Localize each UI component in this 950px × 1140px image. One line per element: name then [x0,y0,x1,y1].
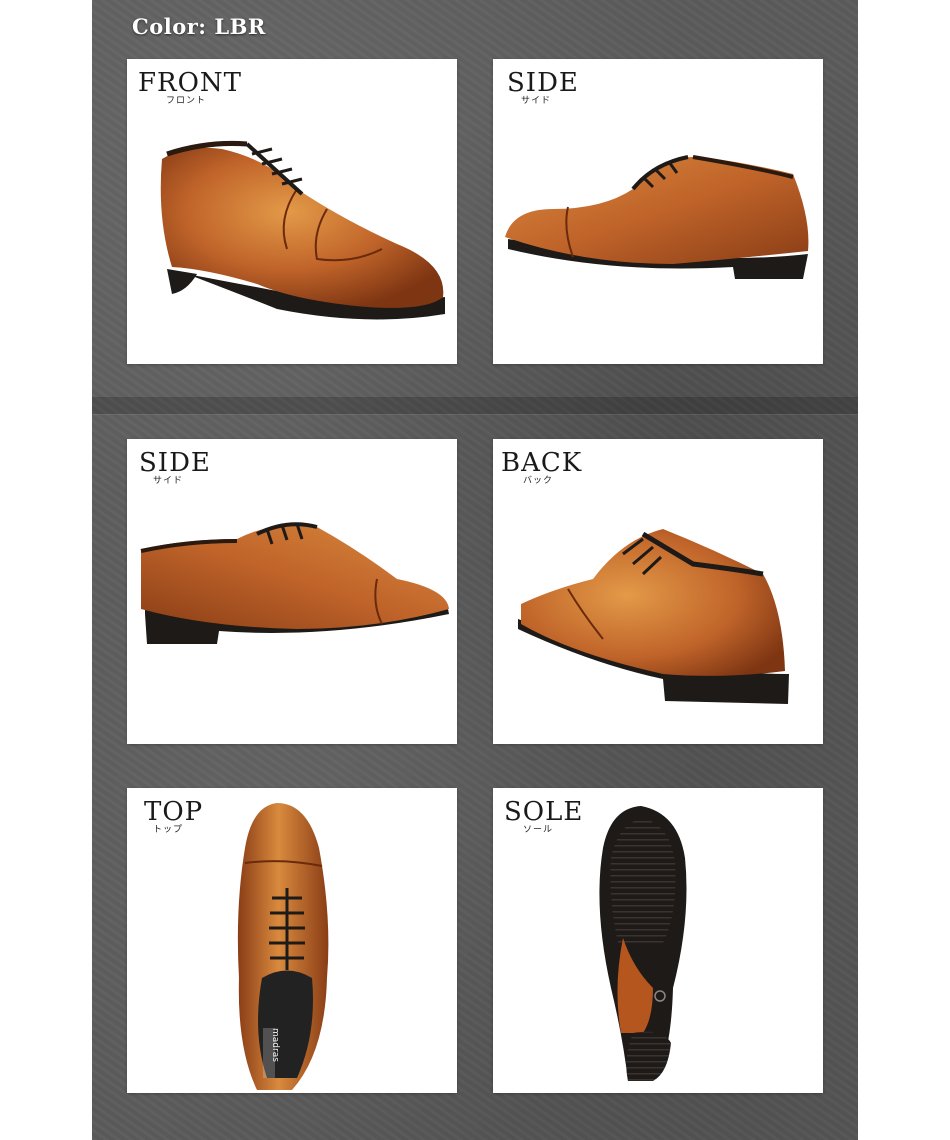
oxford-shoe-top-icon: madras [237,803,329,1090]
panel-sole: SOLE ソール [493,788,823,1093]
oxford-shoe-back-icon [518,529,789,704]
panel-side-middle: SIDE サイド [127,439,457,744]
oxford-shoe-side-icon [140,522,449,644]
panel-side-top: SIDE サイド [493,59,823,364]
panel-top: TOP トップ madras [127,788,457,1093]
oxford-shoe-side-icon [505,155,809,279]
panel-back: BACK バック [493,439,823,744]
divider-band [92,398,858,414]
panel-front: FRONT フロント [127,59,457,364]
oxford-shoe-sole-icon [599,806,687,1081]
color-label: Color: LBR [132,14,266,39]
insole-brand: madras [270,1028,280,1062]
oxford-shoe-front-icon [160,140,445,320]
